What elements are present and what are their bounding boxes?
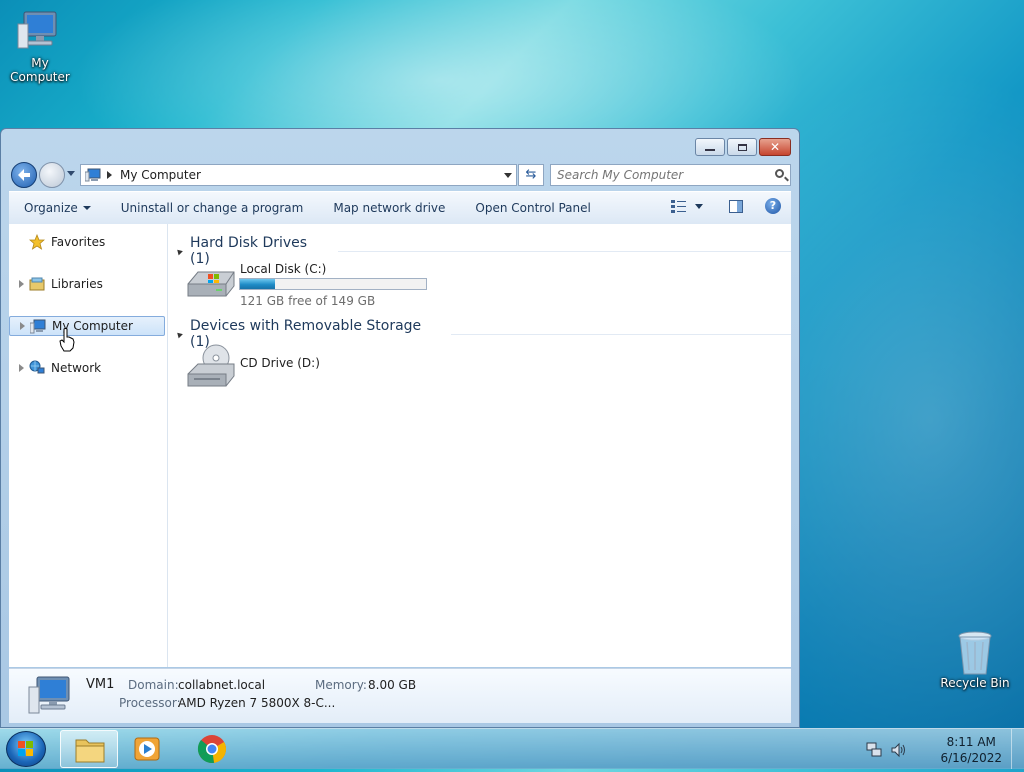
folder-icon — [75, 739, 105, 763]
domain-value: collabnet.local — [178, 678, 266, 692]
domain-label: Domain: — [128, 678, 179, 692]
recycle-bin-icon — [951, 630, 999, 675]
navigation-bar: My Computer ⇆ — [9, 161, 791, 188]
drive-usage-bar — [239, 278, 427, 290]
nav-item-my-computer[interactable]: My Computer — [9, 316, 165, 336]
network-icon — [29, 360, 45, 376]
address-dropdown-icon[interactable] — [504, 173, 512, 178]
maximize-icon — [737, 143, 747, 151]
nav-item-favorites[interactable]: Favorites — [9, 232, 165, 252]
organize-button[interactable]: Organize — [9, 201, 106, 215]
system-clock[interactable]: 8:11 AM 6/16/2022 — [940, 734, 1002, 766]
back-button[interactable] — [11, 162, 37, 188]
preview-pane-icon[interactable] — [729, 199, 743, 213]
minimize-button[interactable] — [695, 138, 725, 156]
computer-icon — [27, 675, 71, 715]
desktop-icon-label: My Computer — [10, 56, 70, 84]
clock-date: 6/16/2022 — [940, 751, 1002, 765]
nav-item-network[interactable]: Network — [9, 358, 165, 378]
close-icon: ✕ — [769, 140, 781, 154]
explorer-window: ✕ My Computer ⇆ Organize Uninstall or ch… — [0, 128, 800, 728]
computer-icon — [16, 10, 64, 54]
expander-icon[interactable] — [19, 364, 24, 372]
show-desktop-button[interactable] — [1011, 729, 1024, 769]
organize-label: Organize — [24, 201, 78, 215]
desktop-icon-label: Recycle Bin — [940, 676, 1010, 690]
drive-free-space: 121 GB free of 149 GB — [240, 294, 376, 308]
view-controls: ? — [671, 198, 781, 214]
media-player-icon — [134, 737, 160, 761]
maximize-button[interactable] — [727, 138, 757, 156]
open-control-panel-button[interactable]: Open Control Panel — [460, 201, 605, 215]
map-network-drive-button[interactable]: Map network drive — [318, 201, 460, 215]
search-icon[interactable] — [775, 169, 784, 178]
nav-item-label: Favorites — [51, 235, 106, 249]
expander-icon[interactable] — [20, 322, 25, 330]
back-arrow-icon — [18, 169, 30, 181]
caption-buttons: ✕ — [693, 138, 791, 156]
nav-item-label: Libraries — [51, 277, 103, 291]
navigation-pane: Favorites Libraries My Computer Network — [9, 224, 168, 667]
expander-icon — [19, 238, 24, 246]
help-icon[interactable]: ? — [765, 198, 781, 214]
start-button[interactable] — [6, 731, 46, 767]
volume-tray-icon[interactable] — [890, 742, 908, 761]
command-bar: Organize Uninstall or change a program M… — [9, 191, 791, 225]
processor-value: AMD Ryzen 7 5800X 8-C... — [178, 696, 336, 710]
desktop-icon-recycle-bin[interactable]: Recycle Bin — [935, 630, 1015, 690]
forward-button[interactable] — [39, 162, 65, 188]
refresh-button[interactable]: ⇆ — [518, 164, 544, 186]
desktop-icon-my-computer[interactable]: My Computer — [0, 10, 80, 84]
chrome-icon — [197, 735, 227, 764]
chevron-down-icon — [82, 206, 91, 210]
star-icon — [28, 233, 46, 250]
close-button[interactable]: ✕ — [759, 138, 791, 156]
processor-label: Processor: — [119, 696, 181, 710]
group-divider — [338, 250, 791, 252]
taskbar-chrome-button[interactable] — [183, 730, 241, 768]
breadcrumb-arrow-icon[interactable] — [107, 171, 112, 179]
nav-item-label: Network — [51, 361, 102, 375]
computer-name: VM1 — [86, 677, 115, 692]
taskbar-explorer-button[interactable] — [60, 730, 118, 768]
details-pane: VM1 Domain: collabnet.local Memory: 8.00… — [9, 668, 791, 723]
drive-name: Local Disk (C:) — [240, 262, 327, 276]
computer-icon — [29, 318, 46, 334]
hand-cursor-icon — [59, 328, 75, 352]
drive-item-local-disk-c[interactable]: Local Disk (C:) 121 GB free of 149 GB — [186, 262, 446, 310]
uninstall-program-button[interactable]: Uninstall or change a program — [106, 201, 319, 215]
minimize-icon — [705, 149, 715, 151]
search-input[interactable] — [557, 168, 762, 182]
memory-label: Memory: — [315, 678, 367, 692]
drive-name: CD Drive (D:) — [240, 356, 320, 370]
collapse-group-icon[interactable] — [175, 330, 183, 338]
view-options-dropdown[interactable] — [695, 203, 703, 209]
memory-value: 8.00 GB — [368, 678, 417, 692]
clock-time: 8:11 AM — [946, 735, 996, 749]
cd-drive-icon — [186, 344, 235, 388]
address-bar[interactable]: My Computer — [80, 164, 517, 186]
recent-pages-dropdown[interactable] — [67, 171, 75, 176]
breadcrumb[interactable]: My Computer — [120, 168, 201, 182]
network-tray-icon[interactable] — [866, 742, 882, 761]
group-divider — [451, 333, 791, 335]
drive-usage-fill — [240, 279, 276, 289]
hard-drive-icon — [186, 262, 235, 306]
collapse-group-icon[interactable] — [175, 247, 183, 255]
taskbar: 8:11 AM 6/16/2022 — [0, 728, 1024, 769]
search-box[interactable] — [550, 164, 791, 186]
windows-logo-icon — [18, 741, 34, 757]
libraries-icon — [29, 276, 45, 292]
drive-item-cd-drive-d[interactable]: CD Drive (D:) — [186, 344, 386, 392]
expander-icon[interactable] — [19, 280, 24, 288]
change-view-icon[interactable] — [671, 199, 687, 213]
computer-icon — [84, 168, 101, 182]
content-pane: Hard Disk Drives (1) Local Disk (C:) 121… — [168, 224, 791, 667]
taskbar-media-player-button[interactable] — [118, 730, 176, 768]
refresh-icon: ⇆ — [525, 167, 537, 182]
nav-item-libraries[interactable]: Libraries — [9, 274, 165, 294]
